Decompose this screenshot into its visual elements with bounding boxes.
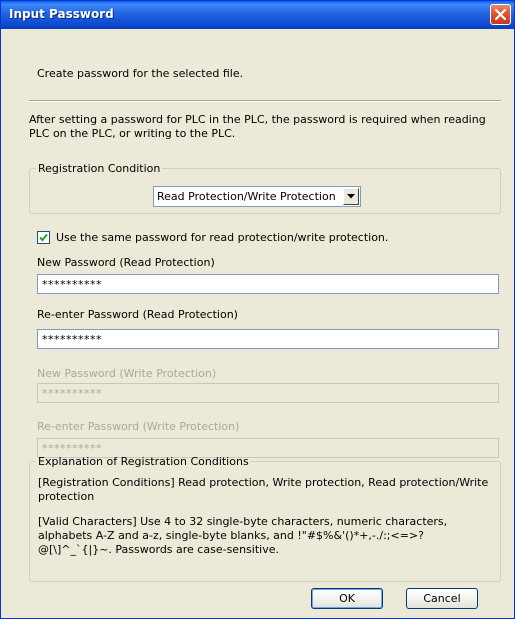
close-button[interactable] xyxy=(490,4,511,25)
new-read-password-value: ********** xyxy=(42,278,102,291)
intro-text: Create password for the selected file. xyxy=(37,67,244,80)
new-write-password-value: ********** xyxy=(42,387,102,400)
chevron-down-icon xyxy=(347,194,355,199)
ok-button[interactable]: OK xyxy=(311,588,383,609)
reenter-read-password-label: Re-enter Password (Read Protection) xyxy=(37,308,238,321)
new-read-password-input[interactable]: ********** xyxy=(37,274,499,294)
description-text: After setting a password for PLC in the … xyxy=(29,113,486,140)
new-write-password-label: New Password (Write Protection) xyxy=(37,367,217,380)
title-bar[interactable]: Input Password xyxy=(1,1,514,29)
separator xyxy=(29,100,501,102)
new-write-password-input[interactable]: ********** xyxy=(37,383,499,403)
input-password-dialog: Input Password Create password for the s… xyxy=(0,0,515,619)
registration-condition-label: Registration Condition xyxy=(38,162,161,175)
reenter-write-password-label: Re-enter Password (Write Protection) xyxy=(37,420,240,433)
dialog-title: Input Password xyxy=(9,7,114,21)
cancel-button[interactable]: Cancel xyxy=(406,588,478,609)
explanation-label: Explanation of Registration Conditions xyxy=(38,455,249,468)
new-read-password-label: New Password (Read Protection) xyxy=(37,256,215,269)
dropdown-button[interactable] xyxy=(343,188,359,205)
valid-characters-text: [Valid Characters] Use 4 to 32 single-by… xyxy=(38,515,448,556)
reenter-read-password-input[interactable]: ********** xyxy=(37,329,499,349)
registration-condition-select[interactable]: Read Protection/Write Protection xyxy=(153,186,361,207)
checkmark-icon xyxy=(39,233,48,242)
close-x-icon xyxy=(495,9,506,20)
same-password-label: Use the same password for read protectio… xyxy=(56,231,389,244)
same-password-checkbox[interactable] xyxy=(37,231,50,244)
dialog-body: Create password for the selected file. A… xyxy=(5,29,510,616)
registration-conditions-text: [Registration Conditions] Read protectio… xyxy=(38,476,489,503)
reenter-write-password-value: ********** xyxy=(42,442,102,455)
reenter-read-password-value: ********** xyxy=(42,333,102,346)
registration-condition-value: Read Protection/Write Protection xyxy=(157,190,336,203)
